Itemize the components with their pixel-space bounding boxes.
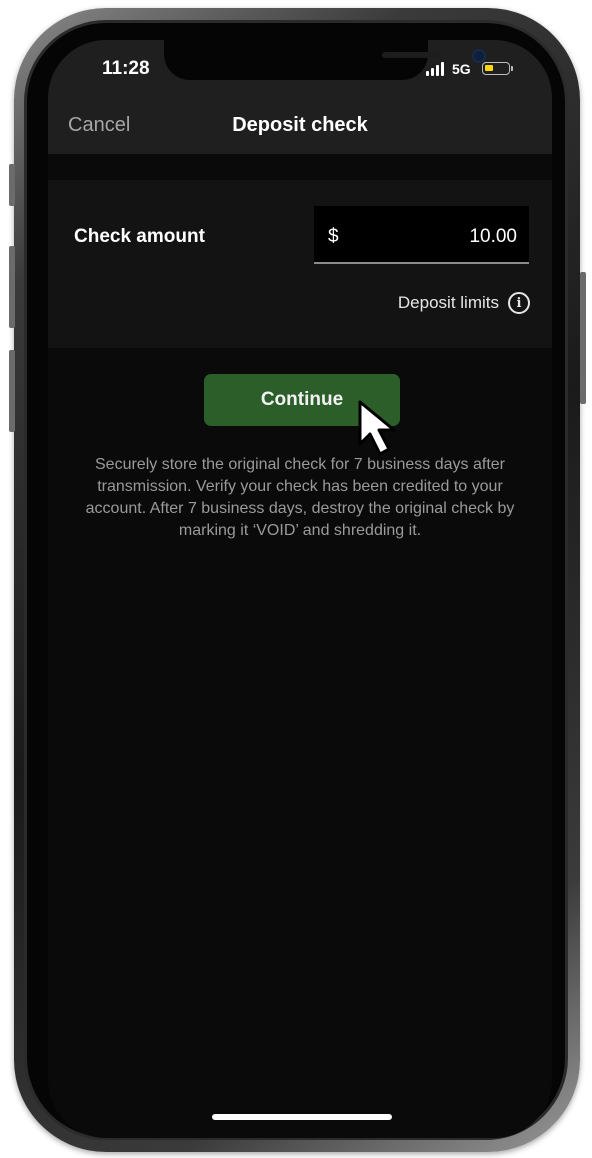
home-indicator[interactable]: [212, 1114, 392, 1120]
front-camera-icon: [472, 49, 486, 63]
status-time: 11:28: [102, 58, 150, 79]
battery-icon: [482, 62, 510, 75]
phone-screen: 11:28 5G Cancel Deposit check Check amou…: [48, 40, 552, 1138]
status-bar: 11:28 5G: [48, 40, 552, 98]
navigation-bar: Cancel Deposit check: [48, 98, 552, 154]
check-amount-input[interactable]: $ 10.00: [314, 206, 529, 264]
check-amount-value: 10.00: [469, 226, 517, 247]
power-button: [580, 272, 586, 404]
stage: 11:28 5G Cancel Deposit check Check amou…: [0, 0, 592, 1158]
notch: [164, 40, 486, 80]
speaker-grille: [382, 52, 442, 58]
deposit-limits-label: Deposit limits: [397, 293, 499, 312]
volume-down-button: [9, 350, 15, 432]
cancel-button[interactable]: Cancel: [68, 114, 130, 137]
check-amount-label: Check amount: [74, 226, 205, 247]
mute-switch: [9, 164, 15, 206]
network-type: 5G: [452, 61, 471, 77]
check-storage-disclaimer: Securely store the original check for 7 …: [85, 456, 515, 539]
deposit-limits-link[interactable]: Deposit limits i: [398, 292, 530, 314]
continue-button[interactable]: Continue: [204, 374, 400, 426]
signal-icon: [426, 62, 444, 76]
check-amount-card: Check amount $ 10.00 Deposit limits i: [48, 180, 552, 348]
currency-symbol: $: [328, 226, 339, 247]
battery-level: [485, 65, 493, 71]
volume-up-button: [9, 246, 15, 328]
info-icon[interactable]: i: [508, 292, 530, 314]
battery-tip: [511, 66, 513, 71]
